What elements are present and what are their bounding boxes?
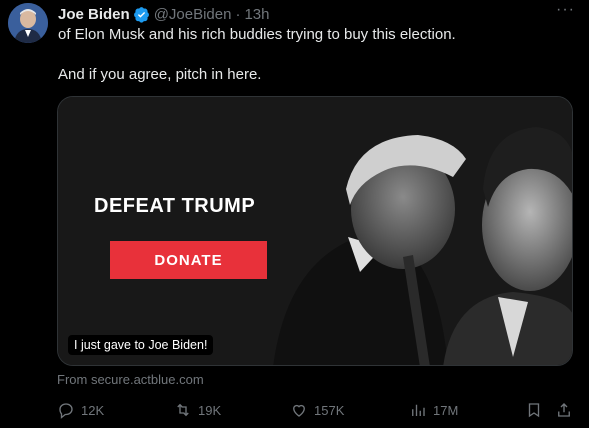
reply-count: 12K xyxy=(81,402,105,418)
link-card[interactable]: DEFEAT TRUMP DONATE I just gave to Joe B… xyxy=(57,96,573,366)
card-image xyxy=(58,97,572,365)
tweet-text-line-2: And if you agree, pitch in here. xyxy=(58,66,262,83)
views-icon xyxy=(412,404,425,416)
author-name[interactable]: Joe Biden xyxy=(58,6,130,23)
repost-button[interactable]: 19K xyxy=(174,398,221,422)
repost-icon xyxy=(177,403,189,417)
reply-button[interactable]: 12K xyxy=(57,398,104,422)
card-source[interactable]: From secure.actblue.com xyxy=(57,372,204,387)
verified-badge-icon[interactable] xyxy=(133,6,150,23)
share-button[interactable] xyxy=(555,398,579,422)
avatar-image xyxy=(8,3,48,43)
tweet-header: Joe Biden @JoeBiden · 13h xyxy=(58,4,270,24)
tweet-text-line-1: of Elon Musk and his rich buddies trying… xyxy=(58,26,456,43)
timestamp[interactable]: 13h xyxy=(244,6,269,23)
repost-count: 19K xyxy=(198,402,222,418)
like-button[interactable]: 157K xyxy=(290,398,344,422)
author-handle[interactable]: @JoeBiden xyxy=(154,6,232,23)
avatar[interactable] xyxy=(8,3,48,43)
heart-icon xyxy=(293,404,305,417)
card-overlay-label: I just gave to Joe Biden! xyxy=(68,335,214,355)
bookmark-button[interactable] xyxy=(525,398,549,422)
separator-dot: · xyxy=(235,5,241,23)
views-button[interactable]: 17M xyxy=(409,398,458,422)
card-headline: DEFEAT TRUMP xyxy=(94,195,256,217)
share-icon xyxy=(558,403,570,417)
action-bar: 12K 19K 157K 17M xyxy=(57,398,577,422)
more-options-icon[interactable]: ··· xyxy=(556,1,575,19)
like-count: 157K xyxy=(314,402,345,418)
reply-icon xyxy=(59,403,73,419)
bookmark-icon xyxy=(528,403,540,418)
donate-button[interactable]: DONATE xyxy=(110,241,267,279)
views-count: 17M xyxy=(433,402,459,418)
